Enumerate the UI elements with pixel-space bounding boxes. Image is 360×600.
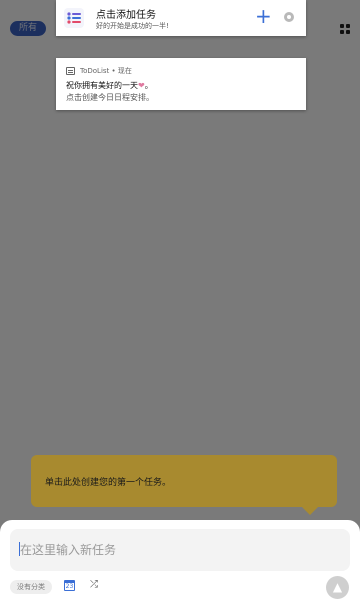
notification-meta: ToDoList • 现在: [80, 67, 132, 75]
text-caret: [19, 542, 20, 556]
new-task-input[interactable]: [10, 529, 350, 571]
plus-icon[interactable]: +: [255, 6, 272, 26]
notification-subtitle: 好的开始是成功的一半!: [96, 22, 169, 30]
notification-title: 点击添加任务: [96, 10, 156, 21]
category-chip[interactable]: 没有分类: [10, 580, 52, 594]
heart-icon: ❤: [138, 81, 145, 90]
tooltip-text: 单击此处创建您的第一个任务。: [45, 478, 172, 488]
tooltip-pointer: [298, 503, 322, 515]
greeting-line: 祝你拥有美好的一天❤。: [66, 80, 153, 91]
greeting-text: 祝你拥有美好的一天: [66, 81, 138, 90]
repeat-icon[interactable]: ⤮: [88, 579, 100, 591]
onboarding-tooltip[interactable]: 单击此处创建您的第一个任务。: [31, 455, 337, 507]
task-composer: 没有分类 23 ⤮ ▲: [0, 520, 360, 600]
list-check-icon: [64, 8, 84, 28]
gear-icon[interactable]: [284, 12, 294, 22]
todolist-small-icon: [66, 67, 75, 75]
quick-add-notification[interactable]: 点击添加任务 好的开始是成功的一半! +: [56, 0, 306, 36]
greeting-subline: 点击创建今日日程安排。: [66, 93, 154, 102]
greeting-suffix: 。: [144, 81, 153, 90]
send-button[interactable]: ▲: [326, 576, 349, 599]
calendar-icon[interactable]: 23: [64, 580, 75, 591]
greeting-notification[interactable]: ToDoList • 现在 祝你拥有美好的一天❤。 点击创建今日日程安排。: [56, 58, 306, 110]
